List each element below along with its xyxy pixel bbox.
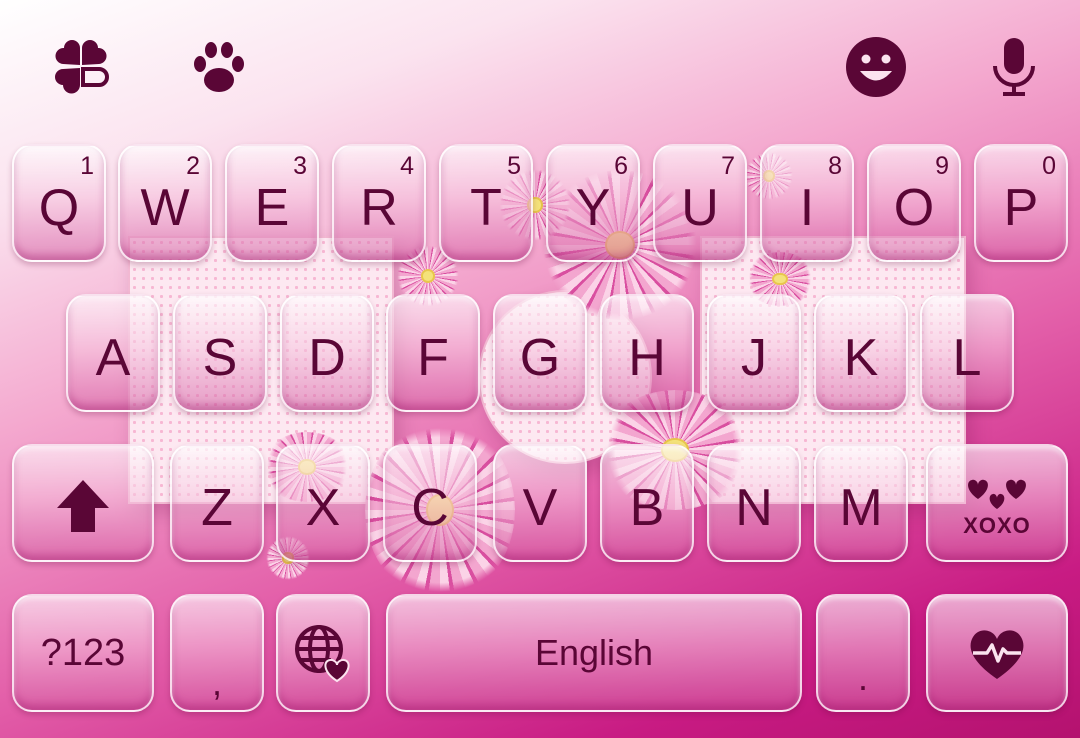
key-hint: 7 [721,152,735,180]
key-hint: 1 [80,152,94,180]
microphone-icon[interactable] [983,36,1045,98]
key-i[interactable]: 8 I [760,144,854,262]
key-hint: 9 [935,152,949,180]
globe-heart-icon [295,625,350,683]
key-hint: 0 [1042,152,1056,180]
period-label: . [857,657,868,698]
key-r[interactable]: 4 R [332,144,426,262]
key-label: V [522,479,558,537]
key-label: B [629,479,665,537]
key-w[interactable]: 2 W [118,144,212,262]
key-z[interactable]: Z [170,444,264,562]
clover-app-icon[interactable] [50,36,112,98]
key-g[interactable]: G [493,294,587,412]
key-d[interactable]: D [280,294,374,412]
period-key[interactable]: . [816,594,910,712]
key-label: I [799,179,815,237]
key-hint: 4 [400,152,414,180]
key-f[interactable]: F [386,294,480,412]
space-key[interactable]: English [386,594,802,712]
key-label: P [1003,179,1039,237]
key-label: J [741,329,767,387]
shift-arrow-icon [57,480,109,532]
key-hint: 3 [293,152,307,180]
key-q[interactable]: 1 Q [12,144,106,262]
key-label: U [681,179,719,237]
key-v[interactable]: V [493,444,587,562]
key-label: Q [38,179,80,237]
key-label: C [411,479,449,537]
key-j[interactable]: J [707,294,801,412]
key-hint: 2 [186,152,200,180]
hearts-icon [968,479,1026,509]
key-label: N [735,479,773,537]
key-b[interactable]: B [600,444,694,562]
key-label: S [202,329,238,387]
key-s[interactable]: S [173,294,267,412]
key-label: H [628,329,666,387]
key-p[interactable]: 0 P [974,144,1068,262]
key-h[interactable]: H [600,294,694,412]
enter-key[interactable] [926,594,1068,712]
key-label: D [308,329,346,387]
key-y[interactable]: 6 Y [546,144,640,262]
key-hint: 6 [614,152,628,180]
key-k[interactable]: K [814,294,908,412]
key-label: Z [201,479,233,537]
key-label: R [360,179,398,237]
key-label: K [843,329,879,387]
xoxo-key[interactable]: XOXO [926,444,1068,562]
xoxo-label: XOXO [963,513,1031,538]
key-label: M [839,479,883,537]
language-key[interactable] [276,594,370,712]
comma-label: , [211,662,222,703]
key-label: L [952,329,982,387]
paw-sticker-icon[interactable] [188,36,250,98]
emoji-smile-icon[interactable] [845,36,907,98]
key-o[interactable]: 9 O [867,144,961,262]
key-label: G [519,329,561,387]
key-n[interactable]: N [707,444,801,562]
key-l[interactable]: L [920,294,1014,412]
key-x[interactable]: X [276,444,370,562]
shift-key[interactable] [12,444,154,562]
comma-key[interactable]: , [170,594,264,712]
symbols-key[interactable]: ?123 [12,594,154,712]
key-hint: 8 [828,152,842,180]
key-label: W [140,179,190,237]
key-t[interactable]: 5 T [439,144,533,262]
symbols-label: ?123 [40,631,126,674]
key-a[interactable]: A [66,294,160,412]
key-label: F [417,329,449,387]
key-label: Y [575,179,611,237]
key-u[interactable]: 7 U [653,144,747,262]
key-c[interactable]: C [383,444,477,562]
key-label: O [893,179,935,237]
key-hint: 5 [507,152,521,180]
keyboard-toolbar [0,0,1080,134]
space-label: English [534,632,654,673]
key-m[interactable]: M [814,444,908,562]
key-label: E [254,179,290,237]
key-label: A [95,329,131,387]
heartbeat-icon [970,630,1024,679]
key-e[interactable]: 3 E [225,144,319,262]
key-label: T [470,179,502,237]
key-label: X [305,479,341,537]
